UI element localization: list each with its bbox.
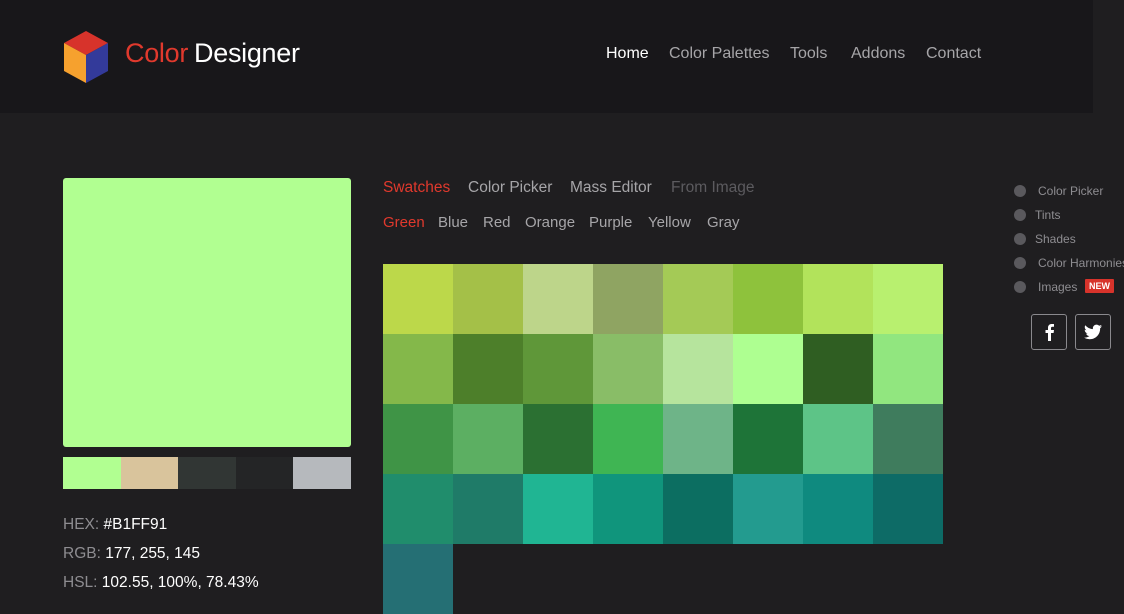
swatch-cell[interactable] [733, 264, 803, 334]
swatch-cell[interactable] [873, 404, 943, 474]
category-purple[interactable]: Purple [589, 214, 632, 231]
hsl-readout: HSL: 102.55, 100%, 78.43% [63, 574, 259, 592]
nav-color-palettes[interactable]: Color Palettes [669, 45, 770, 63]
swatch-cell[interactable] [453, 334, 523, 404]
bullet-icon [1014, 257, 1026, 269]
swatch-cell[interactable] [663, 474, 733, 544]
swatch-cell[interactable] [383, 474, 453, 544]
swatch-cell[interactable] [873, 334, 943, 404]
swatch-cell[interactable] [523, 264, 593, 334]
swatch-cell[interactable] [523, 474, 593, 544]
hsl-value: 102.55, 100%, 78.43% [101, 574, 259, 591]
strip-color-swatch[interactable] [63, 457, 121, 489]
swatch-cell[interactable] [803, 474, 873, 544]
swatch-cell[interactable] [383, 334, 453, 404]
sidebar-item-label: Color Harmonies [1038, 256, 1124, 270]
bullet-icon [1014, 209, 1026, 221]
category-green[interactable]: Green [383, 214, 425, 231]
twitter-button[interactable] [1075, 314, 1111, 350]
swatch-cell[interactable] [873, 264, 943, 334]
rgb-readout: RGB: 177, 255, 145 [63, 545, 200, 563]
facebook-button[interactable] [1031, 314, 1067, 350]
nav-home[interactable]: Home [606, 45, 649, 63]
nav-tools[interactable]: Tools [790, 45, 827, 63]
category-blue[interactable]: Blue [438, 214, 468, 231]
swatch-cell[interactable] [803, 404, 873, 474]
color-strip [63, 457, 351, 489]
swatch-cell[interactable] [873, 474, 943, 544]
category-red[interactable]: Red [483, 214, 511, 231]
bullet-icon [1014, 185, 1026, 197]
strip-color-swatch[interactable] [120, 457, 179, 489]
swatch-cell[interactable] [733, 334, 803, 404]
bullet-icon [1014, 281, 1026, 293]
swatch-cell[interactable] [803, 264, 873, 334]
swatch-cell[interactable] [733, 474, 803, 544]
strip-color-swatch[interactable] [178, 457, 236, 489]
swatch-cell[interactable] [593, 404, 663, 474]
nav-addons[interactable]: Addons [851, 45, 905, 63]
swatch-cell[interactable] [383, 264, 453, 334]
swatch-cell[interactable] [383, 404, 453, 474]
swatch-cell[interactable] [383, 544, 453, 614]
hsl-label: HSL: [63, 574, 98, 591]
site-header: Color Designer Home Color Palettes Tools … [0, 0, 1093, 113]
hex-value: #B1FF91 [103, 516, 168, 533]
nav-contact[interactable]: Contact [926, 45, 981, 63]
swatch-cell[interactable] [663, 334, 733, 404]
bullet-icon [1014, 233, 1026, 245]
sidebar-item-label: Tints [1035, 208, 1061, 222]
swatch-cell[interactable] [663, 264, 733, 334]
brand-name[interactable]: Color Designer [125, 38, 300, 69]
logo-cube-icon[interactable] [62, 30, 110, 84]
category-yellow[interactable]: Yellow [648, 214, 691, 231]
swatch-cell[interactable] [453, 264, 523, 334]
category-orange[interactable]: Orange [525, 214, 575, 231]
facebook-icon [1045, 324, 1054, 341]
new-badge: NEW [1085, 279, 1114, 293]
swatch-cell[interactable] [453, 474, 523, 544]
swatch-cell[interactable] [803, 334, 873, 404]
tab-mass-editor[interactable]: Mass Editor [570, 179, 652, 197]
swatch-cell[interactable] [453, 404, 523, 474]
twitter-icon [1084, 324, 1102, 340]
swatch-cell[interactable] [593, 334, 663, 404]
swatch-cell[interactable] [733, 404, 803, 474]
rgb-value: 177, 255, 145 [105, 545, 201, 562]
sidebar-item-label: Images [1038, 280, 1078, 294]
selected-color-preview[interactable] [63, 178, 351, 447]
hex-label: HEX: [63, 516, 100, 533]
strip-color-swatch[interactable] [235, 457, 294, 489]
tab-from-image[interactable]: From Image [671, 179, 755, 197]
swatch-cell[interactable] [593, 264, 663, 334]
brand-part-designer: Designer [194, 38, 300, 68]
swatch-cell[interactable] [523, 404, 593, 474]
hex-readout: HEX: #B1FF91 [63, 516, 167, 534]
category-gray[interactable]: Gray [707, 214, 740, 231]
sidebar-item-label: Color Picker [1038, 184, 1104, 198]
sidebar-item-label: Shades [1035, 232, 1076, 246]
swatch-cell[interactable] [663, 404, 733, 474]
swatch-cell[interactable] [593, 474, 663, 544]
tab-swatches[interactable]: Swatches [383, 179, 450, 197]
swatch-cell[interactable] [523, 334, 593, 404]
strip-color-swatch[interactable] [293, 457, 351, 489]
brand-part-color: Color [125, 38, 189, 68]
rgb-label: RGB: [63, 545, 101, 562]
tab-color-picker[interactable]: Color Picker [468, 179, 552, 197]
